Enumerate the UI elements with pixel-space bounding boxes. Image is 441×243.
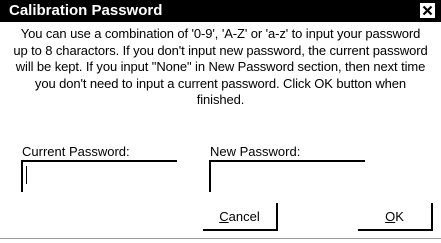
current-password-input[interactable] bbox=[21, 160, 177, 192]
current-password-label: Current Password: bbox=[22, 144, 130, 159]
ok-mnemonic: O bbox=[385, 209, 396, 224]
instruction-message: You can use a combination of '0-9', 'A-Z… bbox=[13, 26, 428, 107]
close-button[interactable] bbox=[420, 3, 435, 18]
text-caret bbox=[26, 166, 27, 184]
cancel-mnemonic: C bbox=[219, 209, 229, 224]
input-border-left bbox=[209, 160, 211, 192]
title-bar[interactable]: Calibration Password bbox=[0, 0, 441, 22]
ok-button[interactable]: OK bbox=[358, 203, 433, 231]
new-password-input[interactable] bbox=[209, 160, 365, 192]
input-border-left bbox=[21, 160, 23, 192]
input-border-top bbox=[21, 160, 177, 162]
ok-label-rest: K bbox=[395, 209, 404, 224]
new-password-label: New Password: bbox=[210, 144, 301, 159]
window-title: Calibration Password bbox=[9, 2, 163, 19]
cancel-label-rest: ancel bbox=[228, 209, 260, 224]
cancel-button[interactable]: Cancel bbox=[203, 203, 278, 231]
bottom-divider bbox=[0, 238, 441, 239]
input-border-top bbox=[209, 160, 365, 162]
calibration-password-dialog: Calibration Password You can use a combi… bbox=[0, 0, 441, 243]
